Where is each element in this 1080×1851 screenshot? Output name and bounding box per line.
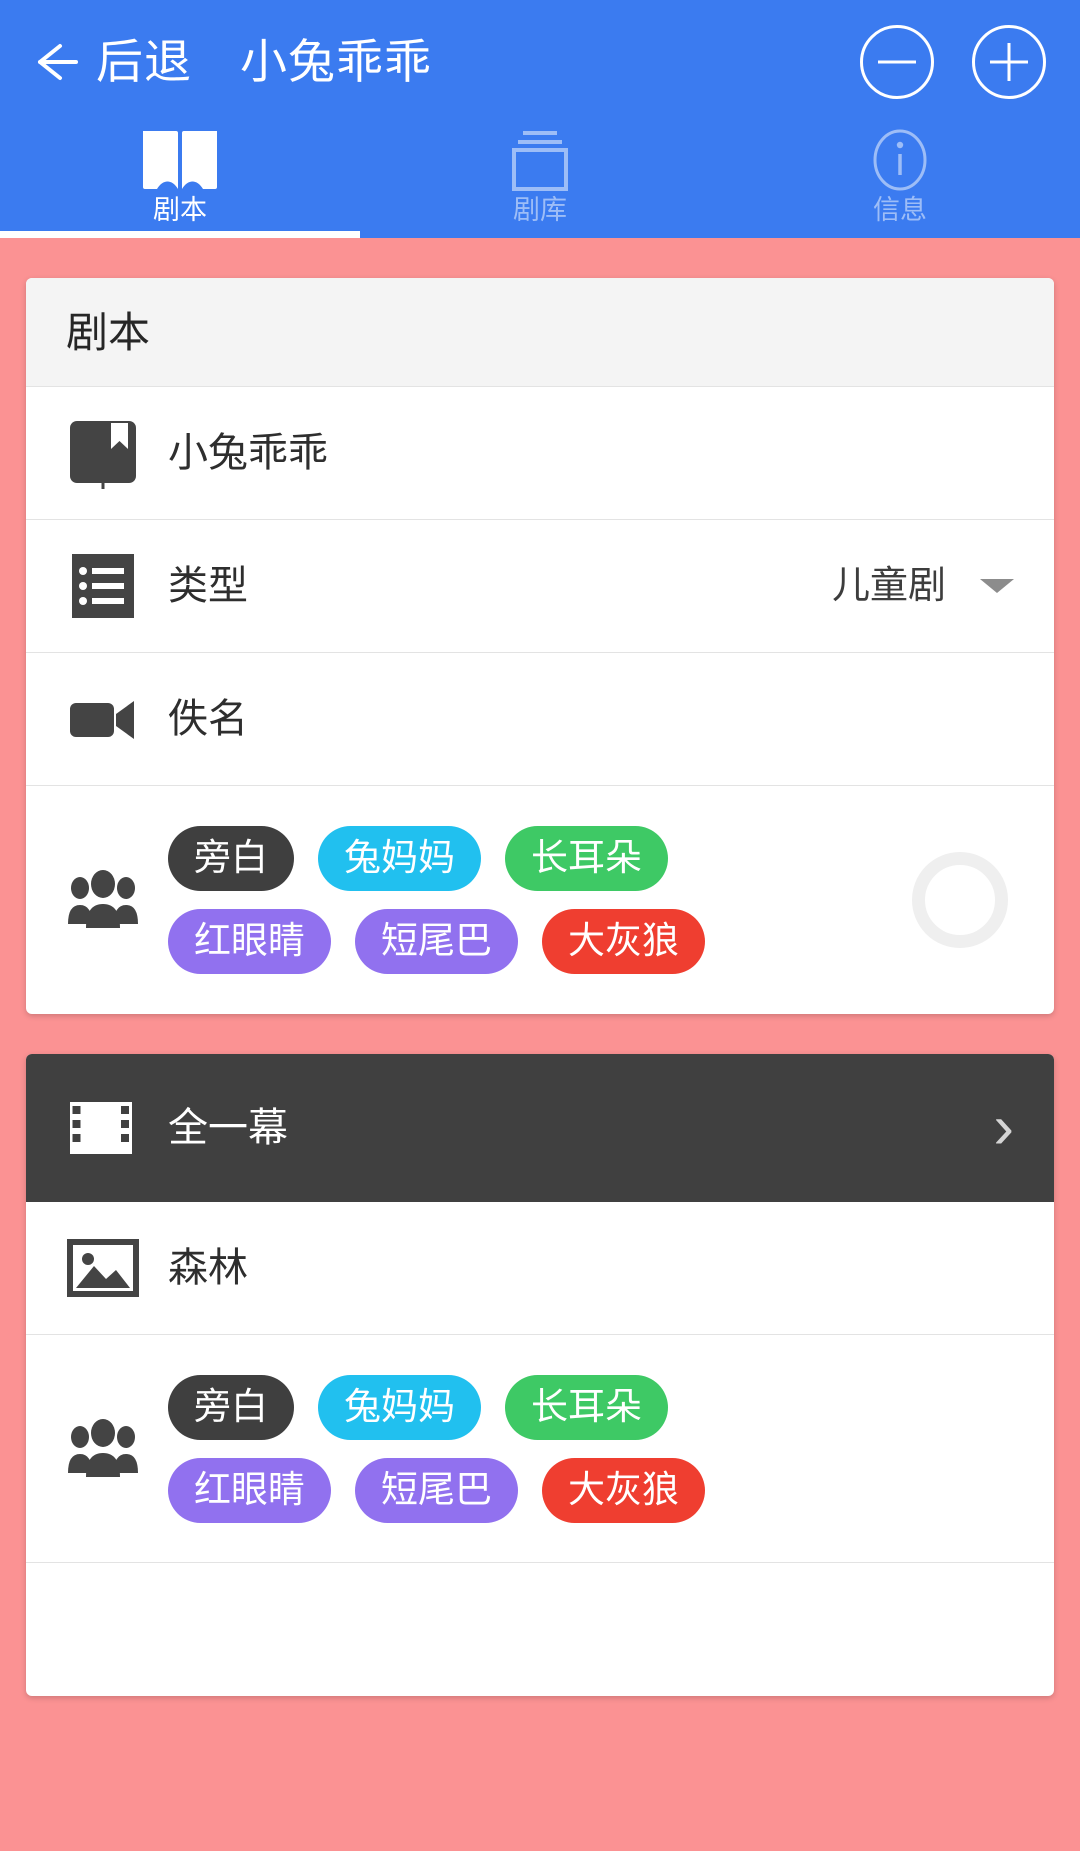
role-chip[interactable]: 兔妈妈 bbox=[318, 826, 481, 891]
tab-bar: 剧本 剧库 信息 bbox=[0, 123, 1080, 238]
script-title-label: 小兔乖乖 bbox=[168, 431, 328, 475]
scene-card-header[interactable]: 全一幕 › bbox=[26, 1054, 1054, 1202]
script-roles-row: 旁白 兔妈妈 长耳朵 红眼睛 短尾巴 大灰狼 bbox=[26, 786, 1054, 1014]
content-area: 剧本 小兔乖乖 类型 儿童剧 佚名 旁白 兔妈妈 长耳朵 红眼睛 短尾巴 大灰狼… bbox=[0, 238, 1080, 1696]
nav-actions bbox=[860, 24, 1046, 99]
back-button[interactable]: 后退 bbox=[30, 36, 192, 88]
tab-library-label: 剧库 bbox=[513, 195, 567, 225]
scene-roles-list: 旁白 兔妈妈 长耳朵 红眼睛 短尾巴 大灰狼 bbox=[168, 1374, 808, 1523]
script-card: 剧本 小兔乖乖 类型 儿童剧 佚名 旁白 兔妈妈 长耳朵 红眼睛 短尾巴 大灰狼 bbox=[26, 278, 1054, 1014]
scene-title-label: 全一幕 bbox=[168, 1106, 288, 1150]
tab-script[interactable]: 剧本 bbox=[0, 123, 360, 238]
script-type-value: 儿童剧 bbox=[831, 565, 946, 607]
script-type-row[interactable]: 类型 儿童剧 bbox=[26, 520, 1054, 653]
role-chip[interactable]: 短尾巴 bbox=[355, 1457, 518, 1523]
script-roles-list: 旁白 兔妈妈 长耳朵 红眼睛 短尾巴 大灰狼 bbox=[168, 826, 808, 974]
nav-row: 后退 小兔乖乖 bbox=[0, 0, 1080, 123]
people-group-icon bbox=[66, 1411, 140, 1487]
tab-script-label: 剧本 bbox=[153, 195, 207, 225]
scene-roles-row: 旁白 兔妈妈 长耳朵 红眼睛 短尾巴 大灰狼 bbox=[26, 1335, 1054, 1563]
script-author-label: 佚名 bbox=[168, 697, 248, 741]
open-book-icon bbox=[139, 129, 221, 191]
role-chip[interactable]: 长耳朵 bbox=[505, 1374, 668, 1440]
back-label: 后退 bbox=[96, 35, 192, 88]
arrow-left-icon bbox=[30, 36, 82, 88]
script-title-row[interactable]: 小兔乖乖 bbox=[26, 387, 1054, 520]
role-chip[interactable]: 长耳朵 bbox=[505, 826, 668, 891]
role-chip[interactable]: 红眼睛 bbox=[168, 909, 331, 974]
scene-location-label: 森林 bbox=[168, 1246, 248, 1290]
app-bar: 后退 小兔乖乖 剧本 剧库 信息 bbox=[0, 0, 1080, 238]
people-group-icon bbox=[66, 862, 140, 938]
tab-info[interactable]: 信息 bbox=[720, 123, 1080, 238]
script-author-row[interactable]: 佚名 bbox=[26, 653, 1054, 786]
add-role-ring-button[interactable] bbox=[912, 852, 1008, 948]
scene-location-row[interactable]: 森林 bbox=[26, 1202, 1054, 1335]
page-title: 小兔乖乖 bbox=[240, 35, 432, 88]
info-circle-icon bbox=[864, 129, 936, 191]
role-chip[interactable]: 旁白 bbox=[168, 826, 294, 891]
list-icon bbox=[66, 550, 140, 622]
scene-card: 全一幕 › 森林 旁白 兔妈妈 长耳朵 红眼睛 短尾巴 大灰狼 bbox=[26, 1054, 1054, 1696]
video-camera-icon bbox=[66, 683, 140, 755]
role-chip[interactable]: 大灰狼 bbox=[542, 909, 705, 974]
minus-circle-icon[interactable] bbox=[860, 24, 934, 99]
script-type-label: 类型 bbox=[168, 564, 248, 608]
film-strip-icon bbox=[66, 1097, 140, 1159]
book-bookmark-icon bbox=[66, 417, 140, 489]
role-chip[interactable]: 兔妈妈 bbox=[318, 1374, 481, 1440]
role-chip[interactable]: 旁白 bbox=[168, 1374, 294, 1440]
scene-extra-row[interactable] bbox=[26, 1563, 1054, 1696]
chevron-down-icon[interactable] bbox=[980, 579, 1014, 593]
role-chip[interactable]: 红眼睛 bbox=[168, 1457, 331, 1523]
library-stack-icon bbox=[501, 129, 579, 191]
script-card-header: 剧本 bbox=[26, 278, 1054, 387]
tab-info-label: 信息 bbox=[873, 195, 927, 225]
chevron-right-icon[interactable]: › bbox=[993, 1097, 1014, 1159]
tab-library[interactable]: 剧库 bbox=[360, 123, 720, 238]
active-tab-indicator bbox=[0, 231, 360, 238]
role-chip[interactable]: 短尾巴 bbox=[355, 909, 518, 974]
plus-circle-icon[interactable] bbox=[972, 24, 1046, 99]
image-icon bbox=[66, 1232, 140, 1304]
role-chip[interactable]: 大灰狼 bbox=[542, 1457, 705, 1523]
